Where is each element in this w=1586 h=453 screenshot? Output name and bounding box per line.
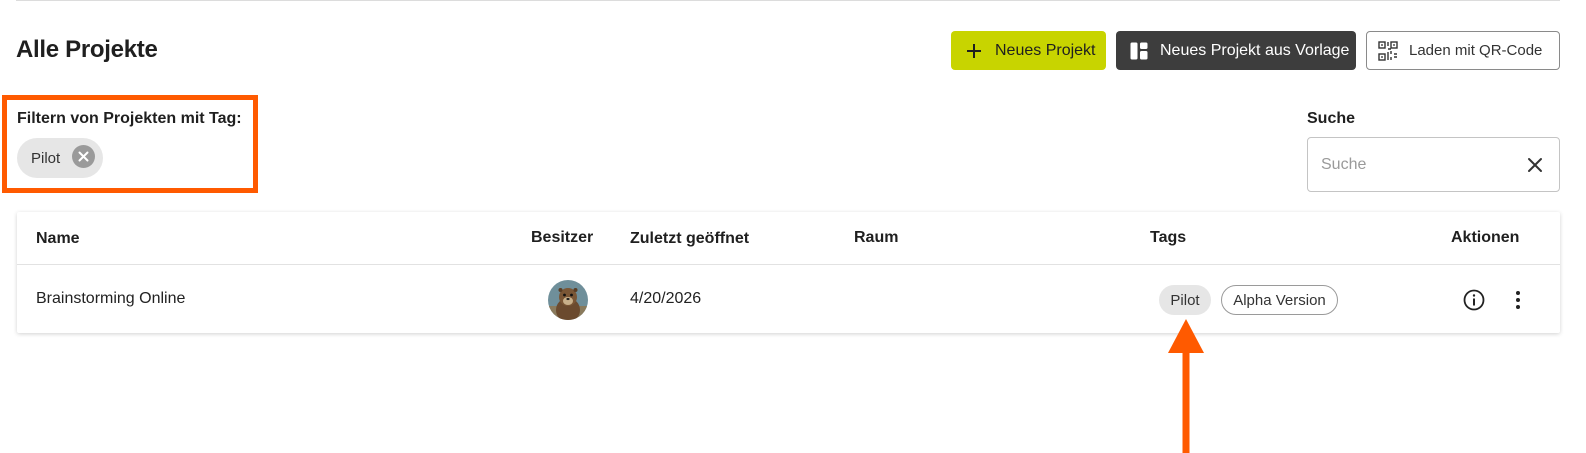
column-header-tags: Tags xyxy=(1150,229,1187,246)
tag-pilot[interactable]: Pilot xyxy=(1159,285,1211,315)
project-name[interactable]: Brainstorming Online xyxy=(36,290,185,308)
info-icon xyxy=(1463,289,1485,311)
new-project-button[interactable]: Neues Projekt xyxy=(951,31,1106,70)
new-from-template-label: Neues Projekt aus Vorlage xyxy=(1160,41,1350,59)
top-divider xyxy=(16,0,1560,1)
plus-icon xyxy=(963,40,985,62)
search-input[interactable] xyxy=(1321,154,1521,176)
annotation-arrow-icon xyxy=(1168,319,1204,453)
template-icon xyxy=(1128,40,1150,62)
column-header-name[interactable]: Name xyxy=(36,230,80,248)
close-icon xyxy=(1528,158,1542,172)
info-button[interactable] xyxy=(1462,288,1486,312)
column-header-room[interactable]: Raum xyxy=(854,229,898,247)
marmot-avatar-icon xyxy=(548,280,588,320)
load-qr-code-label: Laden mit QR-Code xyxy=(1409,42,1543,59)
more-actions-button[interactable] xyxy=(1508,288,1528,312)
column-header-actions: Aktionen xyxy=(1451,229,1520,246)
tag-alpha-version[interactable]: Alpha Version xyxy=(1221,285,1338,315)
remove-filter-button[interactable] xyxy=(72,145,95,168)
column-header-last-opened[interactable]: Zuletzt geöffnet xyxy=(630,230,749,248)
owner-avatar xyxy=(548,280,588,320)
new-from-template-button[interactable]: Neues Projekt aus Vorlage xyxy=(1116,31,1356,70)
tag-label: Pilot xyxy=(1170,291,1200,309)
close-circle-icon xyxy=(78,151,89,162)
active-filter-chip-label: Pilot xyxy=(31,149,61,167)
search-clear-button[interactable] xyxy=(1524,154,1546,176)
filter-label: Filtern von Projekten mit Tag: xyxy=(17,110,242,127)
page-title: Alle Projekte xyxy=(16,36,158,63)
header-divider xyxy=(17,264,1560,265)
load-qr-code-button[interactable]: Laden mit QR-Code xyxy=(1366,31,1560,70)
projects-table xyxy=(17,212,1560,333)
new-project-label: Neues Projekt xyxy=(995,41,1096,59)
search-field[interactable] xyxy=(1307,137,1560,192)
tag-label: Alpha Version xyxy=(1233,291,1326,309)
qr-code-icon xyxy=(1377,40,1399,62)
more-vertical-icon xyxy=(1516,291,1520,309)
column-header-owner[interactable]: Besitzer xyxy=(531,229,593,247)
search-label: Suche xyxy=(1307,110,1356,127)
last-opened-date: 4/20/2026 xyxy=(630,290,702,307)
